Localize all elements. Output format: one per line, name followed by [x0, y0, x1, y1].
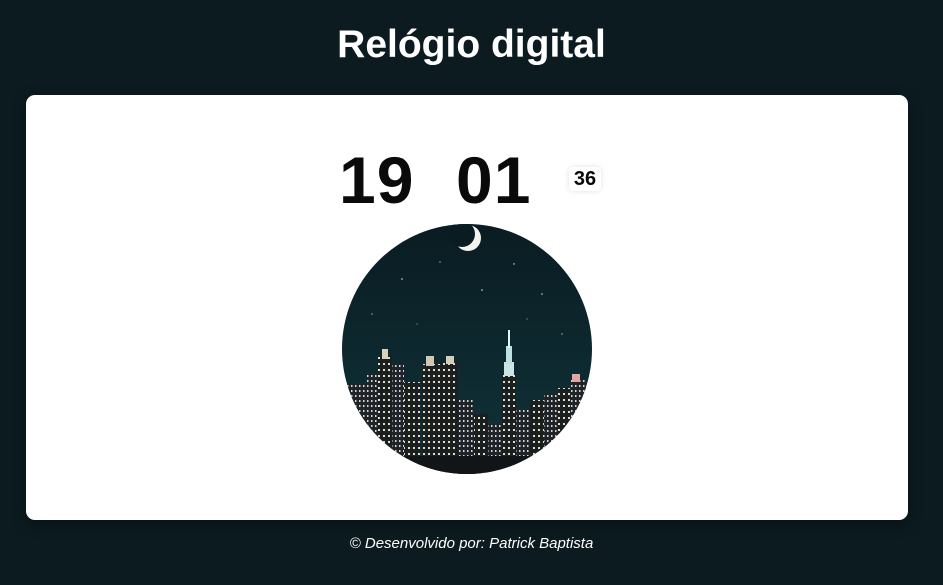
- page-title: Relógio digital: [337, 23, 606, 66]
- clock-hours: 19: [339, 143, 415, 217]
- night-city-illustration: [342, 224, 592, 474]
- night-city-image: [342, 224, 592, 474]
- clock-seconds: 36: [569, 167, 601, 191]
- footer-credit: © Desenvolvido por: Patrick Baptista: [349, 535, 594, 552]
- clock-minutes: 01: [456, 143, 532, 217]
- clock-display: 19 01: [0, 143, 943, 217]
